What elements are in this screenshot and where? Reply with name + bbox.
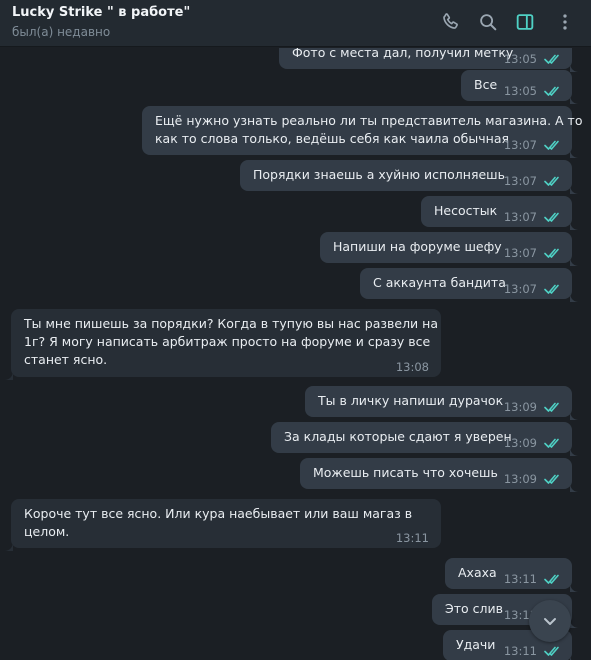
message-time: 13:07 [503, 246, 537, 260]
message-time: 13:09 [503, 400, 537, 414]
read-check-icon [544, 175, 562, 187]
message-text: Ахаха [458, 565, 497, 580]
read-check-icon [544, 85, 562, 97]
outgoing-message[interactable]: Все 13:05 [461, 70, 578, 104]
message-text: Можешь писать что хочешь [313, 465, 498, 480]
read-check-icon [544, 645, 562, 657]
message-time: 13:05 [503, 52, 537, 66]
message-time: 13:05 [503, 84, 537, 98]
bubble-tail [570, 181, 578, 194]
message-text: С аккаунта бандита [373, 275, 506, 290]
read-check-icon [544, 473, 562, 485]
message-time: 13:07 [503, 138, 537, 152]
chevron-down-icon [544, 618, 556, 625]
message-text: Ты в личку напиши дурачок [318, 393, 504, 408]
bubble-tail [570, 479, 578, 492]
message-text: 1г? Я могу написать арбитраж просто на ф… [24, 334, 431, 349]
chat-header: Lucky Strike " в работе" был(а) недавно [0, 0, 591, 47]
chat-title[interactable]: Lucky Strike " в работе" [12, 5, 190, 20]
bubble-tail [570, 145, 578, 158]
bubble-tail [570, 253, 578, 266]
bubble-tail [5, 367, 13, 380]
message-text: Все [474, 77, 498, 92]
bubble-tail [570, 91, 578, 104]
message-time: 13:07 [503, 174, 537, 188]
message-time: 13:07 [503, 282, 537, 296]
message-text: Несостык [434, 203, 498, 218]
message-time: 13:11 [395, 531, 429, 545]
message-time: 13:11 [503, 644, 537, 658]
message-time: 13:09 [503, 472, 537, 486]
message-text: станет ясно. [24, 352, 108, 367]
phone-icon[interactable] [440, 11, 462, 33]
read-check-icon [544, 573, 562, 585]
message-text: Ты мне пишешь за порядки? Когда в тупую … [24, 316, 438, 331]
bubble-tail [570, 615, 578, 628]
chat-window: Lucky Strike " в работе" был(а) недавно … [0, 0, 591, 660]
read-check-icon [544, 247, 562, 259]
read-check-icon [544, 139, 562, 151]
read-check-icon [544, 401, 562, 413]
read-check-icon [544, 437, 562, 449]
message-text: целом. [24, 524, 70, 539]
message-time: 13:09 [503, 436, 537, 450]
outgoing-message[interactable]: Порядки знаешь а хуйню исполняешь 13:07 [240, 160, 578, 194]
message-text: как то слова только, ведёшь себя как чаи… [155, 131, 509, 146]
outgoing-message[interactable]: Напиши на форуме шефу 13:07 [320, 232, 578, 266]
outgoing-message[interactable]: С аккаунта бандита 13:07 [360, 268, 578, 302]
message-text: Фото с места дал, получил метку [292, 48, 514, 60]
read-check-icon [544, 211, 562, 223]
bubble-tail [5, 538, 13, 551]
read-check-icon [544, 283, 562, 295]
more-vertical-icon[interactable] [554, 11, 576, 33]
bubble-tail [570, 579, 578, 592]
message-list[interactable]: Фото с места дал, получил метку 13:05 Все 1… [0, 48, 591, 660]
outgoing-message[interactable]: Ещё нужно узнать реально ли ты представи… [142, 106, 582, 158]
incoming-message[interactable]: Короче тут все ясно. Или кура наебывает … [5, 499, 441, 551]
bubble-tail [570, 217, 578, 230]
bubble-tail [570, 443, 578, 456]
message-time: 13:07 [503, 210, 537, 224]
message-text: Удачи [456, 637, 496, 652]
bubble-tail [570, 407, 578, 420]
outgoing-message[interactable]: Фото с места дал, получил метку 13:05 [279, 48, 578, 72]
read-check-icon [544, 53, 562, 65]
chat-status: был(а) недавно [12, 25, 111, 39]
sidebar-toggle-icon[interactable] [514, 11, 536, 33]
message-time: 13:11 [503, 572, 537, 586]
incoming-message[interactable]: Ты мне пишешь за порядки? Когда в тупую … [5, 309, 441, 380]
scroll-down-button[interactable] [529, 600, 571, 642]
bubble-tail [570, 289, 578, 302]
message-text: Порядки знаешь а хуйню исполняешь [253, 167, 505, 182]
message-text: Ещё нужно узнать реально ли ты представи… [155, 113, 583, 128]
outgoing-message[interactable]: Ахаха 13:11 [445, 558, 578, 592]
message-text: Напиши на форуме шефу [333, 239, 502, 254]
message-text: Это слив [445, 601, 503, 616]
search-icon[interactable] [477, 11, 499, 33]
bubble-tail [570, 59, 578, 72]
message-text: Короче тут все ясно. Или кура наебывает … [24, 506, 413, 521]
bubble-tail [570, 651, 578, 660]
outgoing-message[interactable]: Несостык 13:07 [421, 196, 578, 230]
message-text: За клады которые сдают я уверен [284, 429, 512, 444]
message-time: 13:08 [395, 360, 429, 374]
outgoing-message[interactable]: Ты в личку напиши дурачок 13:09 [305, 386, 578, 420]
outgoing-message[interactable]: За клады которые сдают я уверен 13:09 [271, 422, 578, 456]
outgoing-message[interactable]: Можешь писать что хочешь 13:09 [300, 458, 578, 492]
